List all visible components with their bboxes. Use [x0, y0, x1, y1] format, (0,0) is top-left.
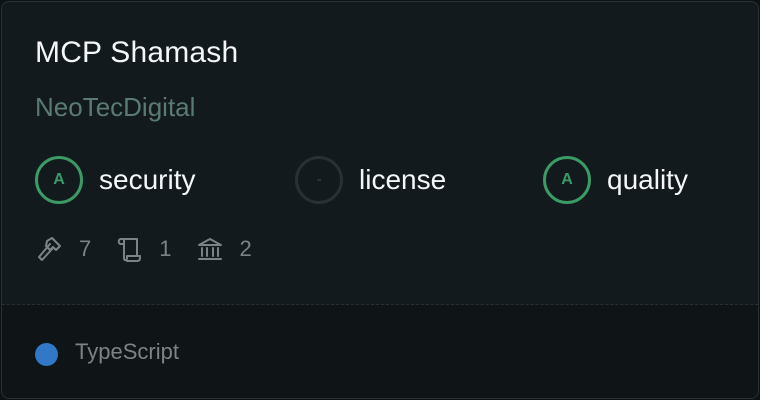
- license-score[interactable]: - license: [295, 156, 446, 204]
- prompts-count: 1: [159, 236, 172, 261]
- quality-grade-badge: A: [543, 156, 591, 204]
- quality-score[interactable]: A quality: [543, 156, 688, 204]
- license-grade-badge: -: [295, 156, 343, 204]
- server-card[interactable]: MCP Shamash NeoTecDigital A security - l…: [1, 1, 759, 399]
- security-grade-badge: A: [35, 156, 83, 204]
- server-stats: 7 1 2: [35, 234, 276, 264]
- language-color-dot: [35, 343, 58, 366]
- language-label[interactable]: TypeScript: [75, 339, 179, 365]
- prompts-stat[interactable]: 1: [115, 235, 172, 263]
- tools-stat[interactable]: 7: [35, 235, 91, 263]
- server-title[interactable]: MCP Shamash: [35, 36, 238, 70]
- tools-count: 7: [79, 236, 92, 261]
- security-score[interactable]: A security: [35, 156, 195, 204]
- card-header: MCP Shamash NeoTecDigital A security - l…: [2, 2, 758, 304]
- hammer-icon: [35, 235, 63, 263]
- card-footer: TypeScript: [2, 305, 758, 398]
- resources-count: 2: [239, 236, 252, 261]
- scroll-icon: [115, 235, 143, 263]
- resources-stat[interactable]: 2: [196, 235, 252, 263]
- quality-label: quality: [607, 164, 688, 195]
- license-label: license: [359, 164, 447, 195]
- security-label: security: [99, 164, 196, 195]
- bank-icon: [196, 235, 224, 263]
- server-owner[interactable]: NeoTecDigital: [35, 92, 195, 123]
